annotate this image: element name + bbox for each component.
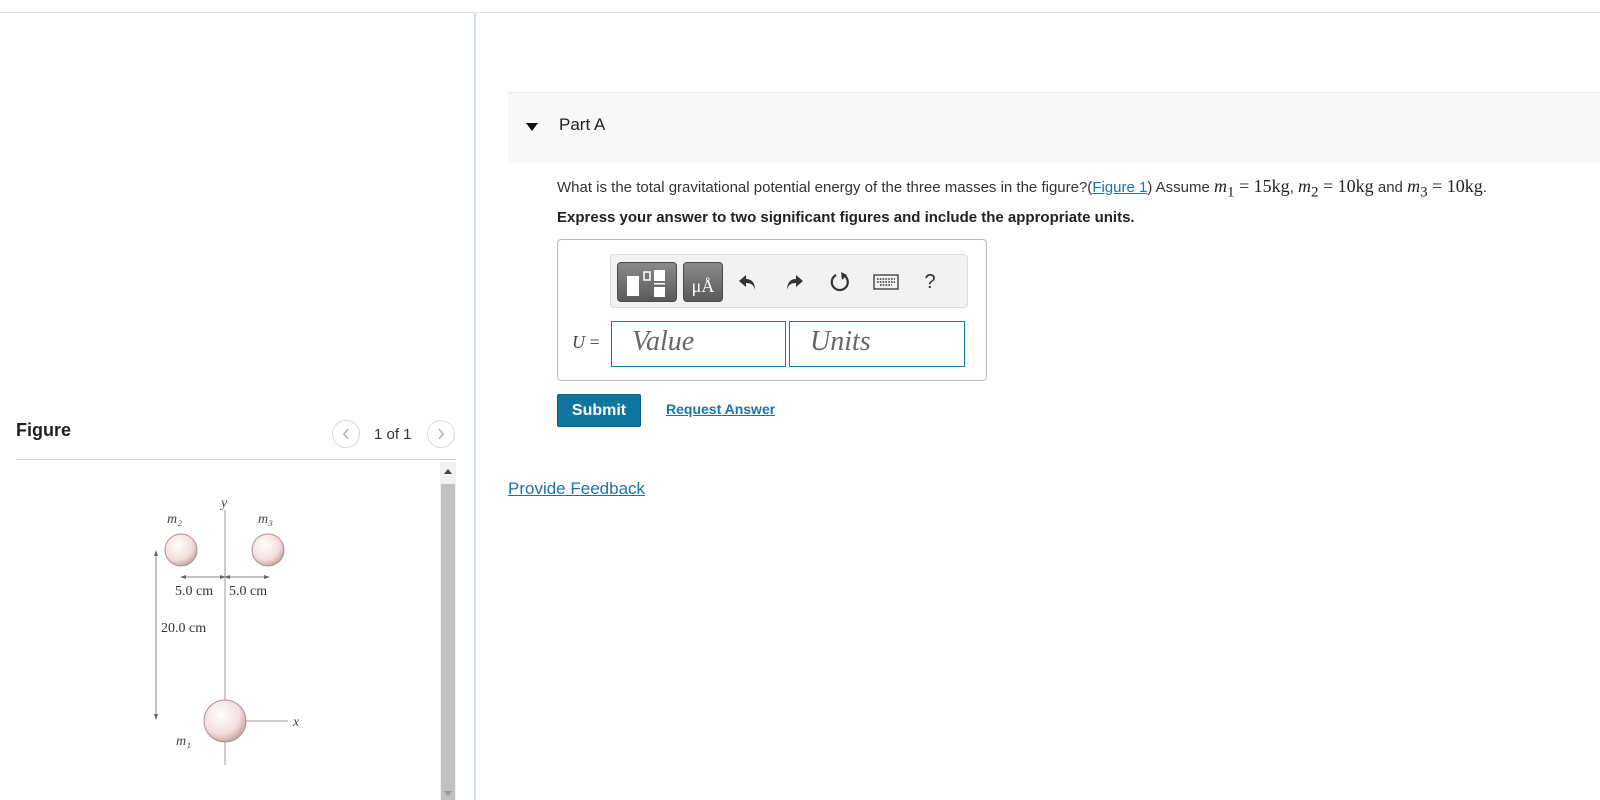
m3-value: m3 = 10kg bbox=[1407, 176, 1483, 201]
question-text: What is the total gravitational potentia… bbox=[557, 176, 1487, 201]
left-distance-label: 5.0 cm bbox=[175, 584, 213, 599]
figure-next-button[interactable] bbox=[427, 420, 455, 448]
mass-m1 bbox=[203, 699, 247, 743]
figure-divider bbox=[16, 459, 456, 460]
reset-icon bbox=[830, 272, 849, 292]
figure-title: Figure bbox=[16, 420, 72, 440]
m1-label: m₁ bbox=[176, 734, 191, 749]
masses-diagram: y x 20.0 cm 5.0 cm 5.0 cm m₂ m₃ m₁ bbox=[154, 496, 300, 765]
m2-label: m₂ bbox=[167, 512, 182, 527]
x-axis-label: x bbox=[292, 715, 300, 730]
figure-1-link[interactable]: Figure 1 bbox=[1092, 179, 1147, 196]
redo-icon bbox=[787, 275, 803, 290]
units-input[interactable]: Units bbox=[789, 321, 965, 367]
keyboard-button[interactable] bbox=[871, 269, 901, 295]
m1-value: m1 = 15kg bbox=[1214, 176, 1290, 201]
m3-label: m₃ bbox=[258, 512, 273, 527]
answer-instructions: Express your answer to two significant f… bbox=[557, 209, 1135, 226]
figure-pager: 1 of 1 bbox=[374, 426, 412, 443]
mass-m2 bbox=[164, 533, 198, 567]
templates-icon bbox=[627, 270, 665, 297]
part-a-header[interactable]: Part A bbox=[508, 92, 1600, 163]
units-button[interactable]: μÅ bbox=[683, 262, 723, 302]
value-input[interactable]: Value bbox=[611, 321, 786, 367]
scroll-down-button[interactable] bbox=[440, 788, 456, 800]
undo-icon bbox=[739, 275, 755, 290]
right-distance-label: 5.0 cm bbox=[229, 584, 267, 599]
y-axis-label: y bbox=[219, 496, 228, 511]
scroll-down-icon bbox=[444, 791, 452, 796]
m2-value: m2 = 10kg bbox=[1298, 176, 1374, 201]
pane-splitter[interactable] bbox=[474, 13, 476, 800]
request-answer-link[interactable]: Request Answer bbox=[666, 401, 775, 417]
redo-button[interactable] bbox=[781, 269, 807, 295]
reset-button[interactable] bbox=[827, 269, 853, 295]
chevron-left-icon bbox=[342, 428, 349, 440]
figure-prev-button[interactable] bbox=[332, 420, 360, 448]
math-toolbar: μÅ ? bbox=[610, 254, 968, 308]
help-button[interactable]: ? bbox=[917, 269, 943, 295]
mass-m3 bbox=[251, 533, 285, 567]
vertical-distance-label: 20.0 cm bbox=[161, 621, 206, 636]
part-label: Part A bbox=[559, 115, 606, 134]
provide-feedback-link[interactable]: Provide Feedback bbox=[508, 479, 645, 499]
answer-box: μÅ ? U = Value Units bbox=[557, 239, 987, 381]
scroll-up-button[interactable] bbox=[440, 462, 456, 480]
chevron-right-icon bbox=[438, 428, 445, 440]
submit-button[interactable]: Submit bbox=[557, 394, 641, 427]
figure-scrollbar[interactable] bbox=[440, 462, 456, 800]
scroll-thumb[interactable] bbox=[441, 484, 455, 800]
caret-down-icon bbox=[526, 123, 538, 131]
answer-variable-label: U = bbox=[572, 332, 600, 352]
keyboard-icon bbox=[873, 274, 899, 290]
undo-button[interactable] bbox=[735, 269, 761, 295]
templates-button[interactable] bbox=[617, 262, 677, 302]
scroll-up-icon bbox=[444, 469, 452, 474]
